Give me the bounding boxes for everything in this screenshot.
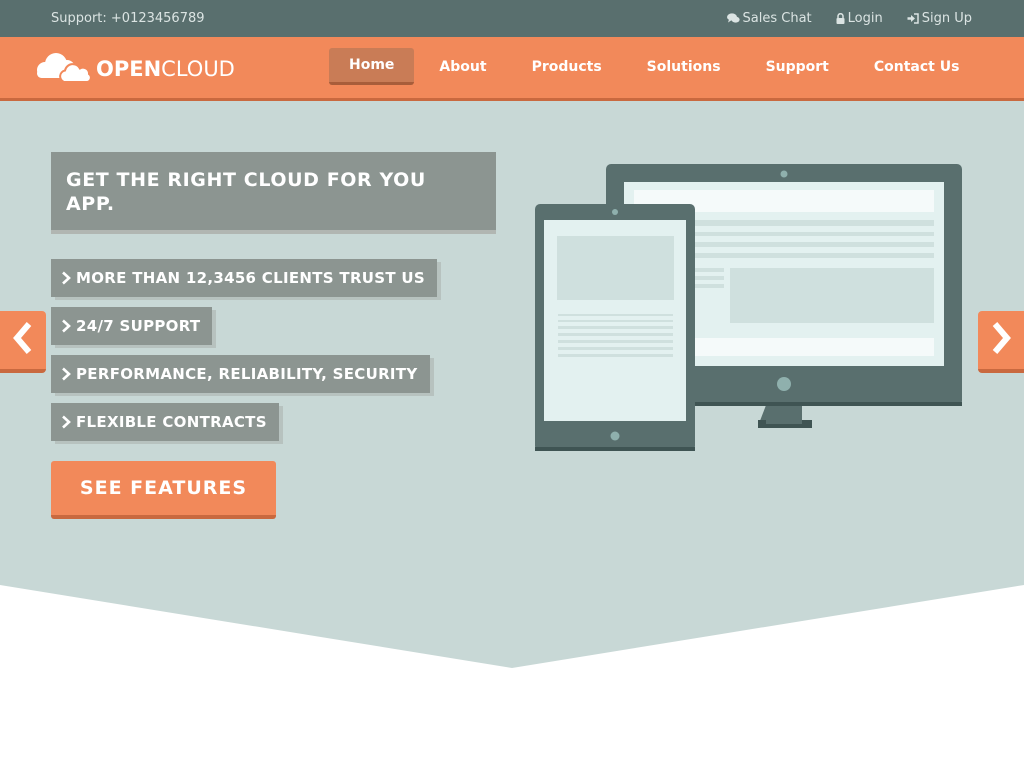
feature-label: FLEXIBLE CONTRACTS (76, 413, 267, 431)
nav-about[interactable]: About (419, 48, 506, 85)
chevron-right-icon (988, 320, 1014, 360)
sales-chat-link[interactable]: Sales Chat (726, 11, 812, 26)
feature-performance: PERFORMANCE, RELIABILITY, SECURITY (51, 355, 430, 393)
chat-icon (726, 13, 740, 24)
brand-name-bold: OPEN (96, 57, 162, 81)
brand-logo[interactable]: OPENCLOUD (34, 51, 235, 87)
nav-solutions[interactable]: Solutions (627, 48, 741, 85)
feature-clients: MORE THAN 12,3456 CLIENTS TRUST US (51, 259, 438, 297)
lock-icon (836, 13, 845, 24)
support-phone: Support: +0123456789 (51, 11, 205, 26)
sign-in-icon (907, 13, 919, 24)
main-navbar: OPENCLOUD Home About Products Solutions … (0, 37, 1024, 101)
login-label: Login (847, 11, 883, 26)
chevron-right-icon (61, 367, 71, 381)
feature-label: 24/7 SUPPORT (76, 317, 201, 335)
sign-up-label: Sign Up (921, 11, 972, 26)
chevron-right-icon (61, 415, 71, 429)
nav-menu: Home About Products Solutions Support Co… (329, 48, 984, 85)
feature-contracts: FLEXIBLE CONTRACTS (51, 403, 279, 441)
feature-label: MORE THAN 12,3456 CLIENTS TRUST US (76, 269, 426, 287)
nav-contact-us[interactable]: Contact Us (854, 48, 980, 85)
slider-next-button[interactable] (978, 311, 1024, 373)
chevron-left-icon (10, 320, 36, 360)
devices-illustration (530, 160, 970, 464)
nav-support[interactable]: Support (746, 48, 849, 85)
login-link[interactable]: Login (836, 11, 883, 26)
tablet-icon (535, 204, 695, 451)
brand-name: OPENCLOUD (96, 57, 235, 81)
slider-prev-button[interactable] (0, 311, 46, 373)
nav-products[interactable]: Products (512, 48, 622, 85)
cloud-icon (34, 51, 92, 87)
brand-name-light: CLOUD (161, 57, 235, 81)
nav-home[interactable]: Home (329, 48, 415, 85)
hero-headline: GET THE RIGHT CLOUD FOR YOU APP. (51, 152, 496, 234)
chevron-right-icon (61, 319, 71, 333)
sign-up-link[interactable]: Sign Up (907, 11, 972, 26)
chevron-right-icon (61, 271, 71, 285)
feature-label: PERFORMANCE, RELIABILITY, SECURITY (76, 365, 418, 383)
feature-support: 24/7 SUPPORT (51, 307, 213, 345)
top-links: Sales Chat Login Sign Up (726, 11, 972, 26)
top-bar: Support: +0123456789 Sales Chat Login Si… (0, 0, 1024, 37)
see-features-button[interactable]: SEE FEATURES (51, 461, 276, 519)
sales-chat-label: Sales Chat (742, 11, 812, 26)
